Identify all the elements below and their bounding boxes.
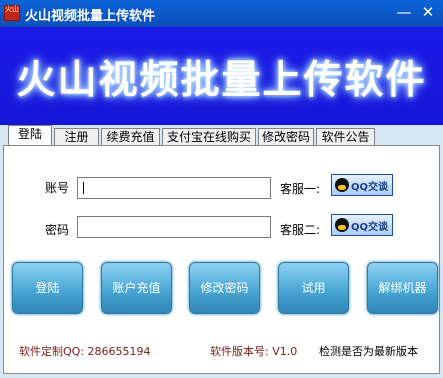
qq-chat-label: QQ交谈 [351, 182, 389, 193]
window-title: 火山视频批量上传软件 [25, 9, 156, 24]
qq-penguin-icon [335, 218, 349, 232]
version-text: 软件版本号: V1.0 [210, 345, 298, 358]
qq-chat-label: QQ交谈 [351, 222, 389, 233]
custom-qq-text: 软件定制QQ: 286655194 [19, 345, 151, 358]
tab-change-password[interactable]: 修改密码 [258, 128, 314, 145]
banner: 火山视频批量上传软件 [0, 27, 443, 125]
service1-label: 客服一: [280, 182, 321, 196]
trial-button[interactable]: 试用 [278, 262, 349, 314]
qq-penguin-icon [335, 178, 349, 192]
tab-register[interactable]: 注册 [54, 128, 99, 145]
tab-recharge[interactable]: 续费充值 [101, 128, 160, 145]
change-password-button[interactable]: 修改密码 [189, 262, 260, 314]
banner-title: 火山视频批量上传软件 [16, 58, 427, 103]
title-bar[interactable]: 火山 火山视频批量上传软件 — ✕ [0, 0, 443, 27]
service2-label: 客服二: [280, 223, 321, 237]
qq-chat-button-1[interactable]: QQ交谈 [331, 174, 393, 196]
password-input[interactable] [77, 216, 271, 238]
recharge-button[interactable]: 账户充值 [101, 262, 172, 314]
text-caret [83, 182, 84, 194]
tab-login[interactable]: 登陆 [8, 125, 52, 145]
app-icon: 火山 [4, 5, 20, 21]
tab-bar: 登陆 注册 续费充值 支付宝在线购买 修改密码 软件公告 [0, 125, 443, 145]
login-button[interactable]: 登陆 [12, 262, 83, 314]
password-label: 密码 [45, 223, 70, 237]
app-window: 火山 火山视频批量上传软件 — ✕ 火山视频批量上传软件 登陆 注册 续费充值 … [0, 0, 443, 378]
minimize-button[interactable]: — [392, 2, 416, 22]
tab-announcement[interactable]: 软件公告 [316, 128, 375, 145]
check-version-link[interactable]: 检测是否为最新版本 [319, 343, 418, 359]
login-panel: 账号 密码 客服一: QQ交谈 客服二: QQ交谈 登陆 账户充值 修改密码 试… [3, 145, 440, 374]
tab-alipay[interactable]: 支付宝在线购买 [162, 128, 256, 145]
qq-chat-button-2[interactable]: QQ交谈 [331, 214, 393, 236]
account-label: 账号 [45, 181, 70, 195]
unbind-machine-button[interactable]: 解绑机器 [367, 262, 438, 314]
close-button[interactable]: ✕ [416, 2, 440, 22]
account-input[interactable] [77, 177, 271, 199]
